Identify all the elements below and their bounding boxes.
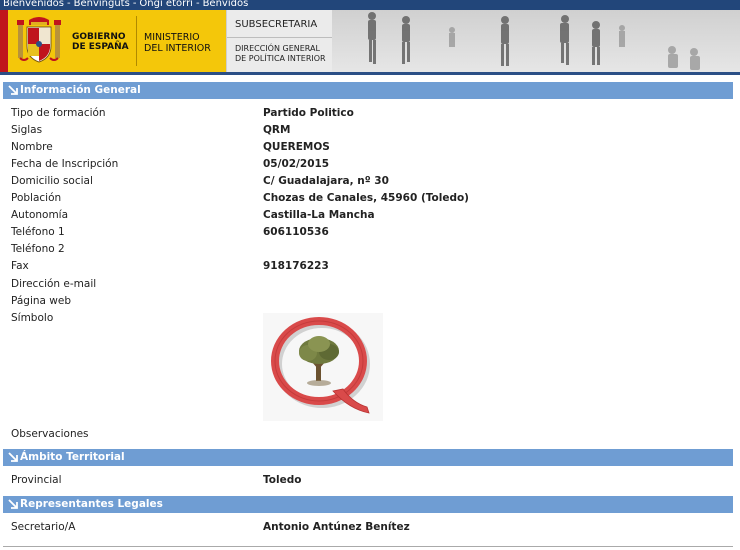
subsecretaria-block[interactable]: Subsecretaria Dirección General de Polít…	[226, 10, 333, 72]
government-name: Gobierno de España	[72, 32, 129, 52]
government-logo-block[interactable]: Gobierno de España Ministerio del Interi…	[0, 10, 226, 72]
ministry-name: Ministerio del Interior	[144, 32, 211, 54]
logo-divider	[136, 16, 137, 66]
field-row-pagina-web: Página web	[11, 293, 731, 310]
field-value: 05/02/2015	[263, 158, 330, 170]
field-row-email: Dirección e-mail	[11, 276, 731, 293]
field-label: Fax	[11, 260, 29, 272]
party-logo-q-olive-tree-icon	[263, 313, 383, 421]
field-row-poblacion: Población Chozas de Canales, 45960 (Tole…	[11, 190, 731, 207]
field-row-autonomia: Autonomía Castilla-La Mancha	[11, 207, 731, 224]
direccion-general-label: Dirección General de Política Interior	[235, 44, 326, 63]
field-label: Autonomía	[11, 209, 69, 221]
field-row-telefono-1: Teléfono 1 606110536	[11, 224, 731, 241]
collapse-arrow-icon	[8, 85, 18, 95]
field-label: Teléfono 2	[11, 243, 65, 255]
field-row-fecha-inscripcion: Fecha de Inscripción 05/02/2015	[11, 156, 731, 173]
red-stripe	[0, 10, 8, 72]
section-title: Información General	[20, 84, 141, 96]
field-row-secretario: Secretario/A Antonio Antúnez Benítez	[11, 519, 731, 536]
lang-link-gl[interactable]: Benvidos	[203, 0, 249, 9]
field-value: 918176223	[263, 260, 329, 272]
collapse-arrow-icon	[8, 499, 18, 509]
field-row-siglas: Siglas QRM	[11, 122, 731, 139]
field-value: Chozas de Canales, 45960 (Toledo)	[263, 192, 469, 204]
field-label: Símbolo	[11, 312, 54, 324]
field-label: Fecha de Inscripción	[11, 158, 119, 170]
field-label: Provincial	[11, 474, 62, 486]
lang-link-es[interactable]: Bienvenidos	[3, 0, 64, 9]
field-row-observaciones: Observaciones	[11, 426, 731, 443]
field-label: Población	[11, 192, 62, 204]
field-value: 606110536	[263, 226, 329, 238]
field-row-telefono-2: Teléfono 2	[11, 241, 731, 258]
field-value: Castilla-La Mancha	[263, 209, 375, 221]
field-value: Antonio Antúnez Benítez	[263, 521, 410, 533]
field-label: Siglas	[11, 124, 43, 136]
section-header-representantes-legales[interactable]: Representantes Legales	[3, 496, 733, 513]
field-value: QUEREMOS	[263, 141, 330, 153]
field-label: Tipo de formación	[11, 107, 106, 119]
lang-link-eu[interactable]: Ongi etorri	[139, 0, 193, 9]
field-label: Dirección e-mail	[11, 278, 97, 290]
field-row-nombre: Nombre QUEREMOS	[11, 139, 731, 156]
field-label: Observaciones	[11, 428, 89, 440]
section-title: Representantes Legales	[20, 498, 163, 510]
field-value: C/ Guadalajara, nº 30	[263, 175, 389, 187]
lang-link-ca[interactable]: Benvinguts	[74, 0, 130, 9]
field-value: Toledo	[263, 474, 302, 486]
section-header-ambito-territorial[interactable]: Ámbito Territorial	[3, 449, 733, 466]
field-label: Domicilio social	[11, 175, 93, 187]
field-row-provincial: Provincial Toledo	[11, 472, 731, 489]
collapse-arrow-icon	[8, 452, 18, 462]
coat-of-arms-icon	[17, 17, 61, 63]
header-banner-photo	[332, 10, 740, 72]
subsecretaria-label: Subsecretaria	[235, 19, 318, 30]
bottom-divider	[3, 546, 733, 547]
field-label: Página web	[11, 295, 72, 307]
field-row-domicilio-social: Domicilio social C/ Guadalajara, nº 30	[11, 173, 731, 190]
people-walking-banner-image	[332, 10, 740, 72]
field-label: Teléfono 1	[11, 226, 65, 238]
field-label: Nombre	[11, 141, 53, 153]
field-value: QRM	[263, 124, 291, 136]
section-title: Ámbito Territorial	[20, 451, 125, 463]
field-label: Secretario/A	[11, 521, 76, 533]
field-row-fax: Fax 918176223	[11, 258, 731, 275]
section-header-informacion-general[interactable]: Información General	[3, 82, 733, 99]
language-bar: Bienvenidos - Benvinguts - Ongi etorri - Benvi…	[0, 0, 740, 10]
subsecretaria-divider	[227, 37, 333, 38]
party-symbol-image	[263, 313, 383, 421]
field-value: Partido Politico	[263, 107, 354, 119]
field-row-tipo-formacion: Tipo de formación Partido Politico	[11, 105, 731, 122]
header-divider	[0, 72, 740, 75]
site-header: Gobierno de España Ministerio del Interi…	[0, 10, 740, 72]
